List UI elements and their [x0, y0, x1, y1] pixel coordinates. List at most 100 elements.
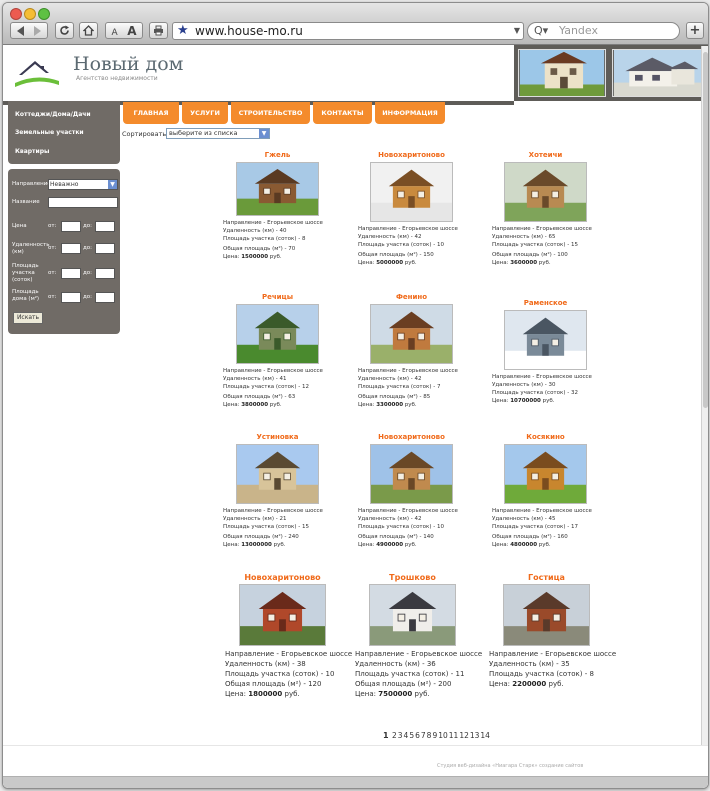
listing-plot: Площадь участка (соток) - 15 — [492, 241, 578, 249]
listing-plot-part: 7 — [436, 384, 441, 390]
address-dropdown-icon[interactable]: ▼ — [514, 26, 520, 35]
direction-select[interactable]: Неважно ▼ — [48, 179, 118, 190]
footer-credit[interactable]: Студия веб-дизайна «Ниагара Старк» созда… — [437, 763, 583, 769]
home-button[interactable] — [79, 22, 98, 39]
nav-construction[interactable]: СТРОИТЕЛЬСТВО — [231, 102, 310, 124]
listing-price-part: руб. — [540, 398, 555, 404]
listing-photo[interactable] — [239, 584, 326, 646]
listing-title[interactable]: Трошково — [353, 573, 473, 582]
listing-title[interactable]: Раменское — [486, 299, 606, 307]
plot-from-input[interactable] — [61, 268, 81, 279]
price-to-input[interactable] — [95, 221, 115, 232]
zoom-window-button[interactable] — [38, 8, 50, 20]
listing-distance-part: 38 — [296, 660, 306, 668]
listing-photo[interactable] — [370, 304, 453, 364]
listing-photo[interactable] — [236, 304, 319, 364]
search-button[interactable]: Искать — [13, 312, 43, 324]
listing-title[interactable]: Устиновка — [218, 433, 338, 441]
distance-to-input[interactable] — [95, 243, 115, 254]
chevron-down-icon[interactable]: ▼ — [259, 129, 269, 138]
text-larger-label[interactable]: A — [127, 24, 136, 38]
sidebar-item-houses[interactable]: Коттеджи/Дома/Дачи — [15, 111, 91, 118]
listing-photo[interactable] — [370, 162, 453, 222]
pagination: 1 234567891011121314 — [383, 731, 492, 740]
new-tab-button[interactable]: + — [686, 22, 704, 39]
address-url[interactable]: www.house-mo.ru — [195, 23, 303, 39]
listing-title[interactable]: Новохаритоново — [352, 433, 472, 441]
price-from-input[interactable] — [61, 221, 81, 232]
page-link[interactable]: 5 — [409, 731, 414, 740]
nav-services[interactable]: УСЛУГИ — [182, 102, 228, 124]
page-link[interactable]: 2 — [392, 731, 397, 740]
bookmark-star-icon[interactable]: ★ — [177, 23, 189, 39]
site-title[interactable]: Новый дом — [73, 53, 183, 75]
plot-to-input[interactable] — [95, 268, 115, 279]
house-area-from-input[interactable] — [61, 292, 81, 303]
house-logo-icon[interactable] — [13, 53, 61, 87]
text-size-buttons[interactable]: A A — [105, 22, 143, 39]
listing-plot-part: Площадь участка (соток) - — [355, 670, 456, 678]
chevron-down-icon[interactable]: ▼ — [108, 180, 117, 189]
back-forward-buttons[interactable] — [10, 22, 48, 39]
listing-price-part: Цена: — [225, 690, 249, 698]
browser-status-bar — [3, 776, 708, 788]
listing-title[interactable]: Фенино — [352, 293, 472, 301]
listing-price-part: Цена: — [355, 690, 379, 698]
name-input[interactable] — [48, 197, 118, 208]
address-bar[interactable]: ★ www.house-mo.ru ▼ — [172, 22, 524, 40]
listing-title[interactable]: Новохаритоново — [223, 573, 343, 582]
distance-from-input[interactable] — [61, 243, 81, 254]
page-link[interactable]: 13 — [470, 731, 480, 740]
minimize-window-button[interactable] — [24, 8, 36, 20]
page-link[interactable]: 14 — [480, 731, 490, 740]
page-link[interactable]: 9 — [432, 731, 437, 740]
sort-select[interactable]: выберите из списка ▼ — [166, 128, 270, 139]
listing-title[interactable]: Гжель — [218, 151, 338, 159]
listing-photo[interactable] — [503, 584, 590, 646]
nav-contacts[interactable]: КОНТАКТЫ — [313, 102, 372, 124]
listing-area: Общая площадь (м²) - 70 — [223, 245, 295, 253]
listing-photo[interactable] — [236, 444, 319, 504]
reload-button[interactable] — [55, 22, 74, 39]
listing-distance-part: 42 — [414, 376, 422, 382]
listing-photo[interactable] — [504, 310, 587, 370]
page-link[interactable]: 6 — [415, 731, 420, 740]
listing-photo[interactable] — [369, 584, 456, 646]
nav-information[interactable]: ИНФОРМАЦИЯ — [375, 102, 445, 124]
page-link[interactable]: 7 — [421, 731, 426, 740]
nav-home[interactable]: ГЛАВНАЯ — [123, 102, 179, 124]
listing-area-part: 160 — [557, 534, 568, 540]
page-link[interactable]: 4 — [404, 731, 409, 740]
page-link[interactable]: 8 — [427, 731, 432, 740]
close-window-button[interactable] — [10, 8, 22, 20]
listing-area-part: 150 — [423, 252, 434, 258]
print-button[interactable] — [149, 22, 168, 39]
sidebar-item-land[interactable]: Земельные участки — [15, 129, 84, 136]
page-scrollbar[interactable] — [701, 46, 708, 766]
listing-photo[interactable] — [504, 444, 587, 504]
listing-plot-part: Площадь участка (соток) - — [358, 242, 437, 248]
page-link[interactable]: 12 — [459, 731, 469, 740]
page-current[interactable]: 1 — [383, 731, 389, 740]
text-smaller-label[interactable]: A — [112, 28, 118, 38]
page-link[interactable]: 11 — [449, 731, 459, 740]
search-engine-icon[interactable]: Q▾ — [534, 24, 548, 37]
listing-area-part: Общая площадь (м²) - — [492, 252, 558, 258]
page-link[interactable]: 3 — [398, 731, 403, 740]
listing-price-part: 3600000 — [510, 260, 538, 266]
listing-price-part: руб. — [403, 402, 417, 408]
listing-title[interactable]: Речицы — [218, 293, 338, 301]
browser-search-field[interactable]: Q▾ Yandex — [527, 22, 680, 40]
page-link[interactable]: 10 — [438, 731, 448, 740]
listing-distance-part: Удаленность (км) - — [492, 516, 549, 522]
sidebar-item-apartments[interactable]: Квартиры — [15, 148, 49, 155]
listing-photo[interactable] — [504, 162, 587, 222]
listing-title[interactable]: Гостица — [487, 573, 607, 582]
scrollbar-thumb[interactable] — [703, 52, 708, 408]
listing-photo[interactable] — [370, 444, 453, 504]
listing-title[interactable]: Косякино — [486, 433, 606, 441]
listing-title[interactable]: Хотеичи — [486, 151, 606, 159]
house-area-to-input[interactable] — [95, 292, 115, 303]
listing-photo[interactable] — [236, 162, 319, 216]
listing-title[interactable]: Новохаритоново — [352, 151, 472, 159]
